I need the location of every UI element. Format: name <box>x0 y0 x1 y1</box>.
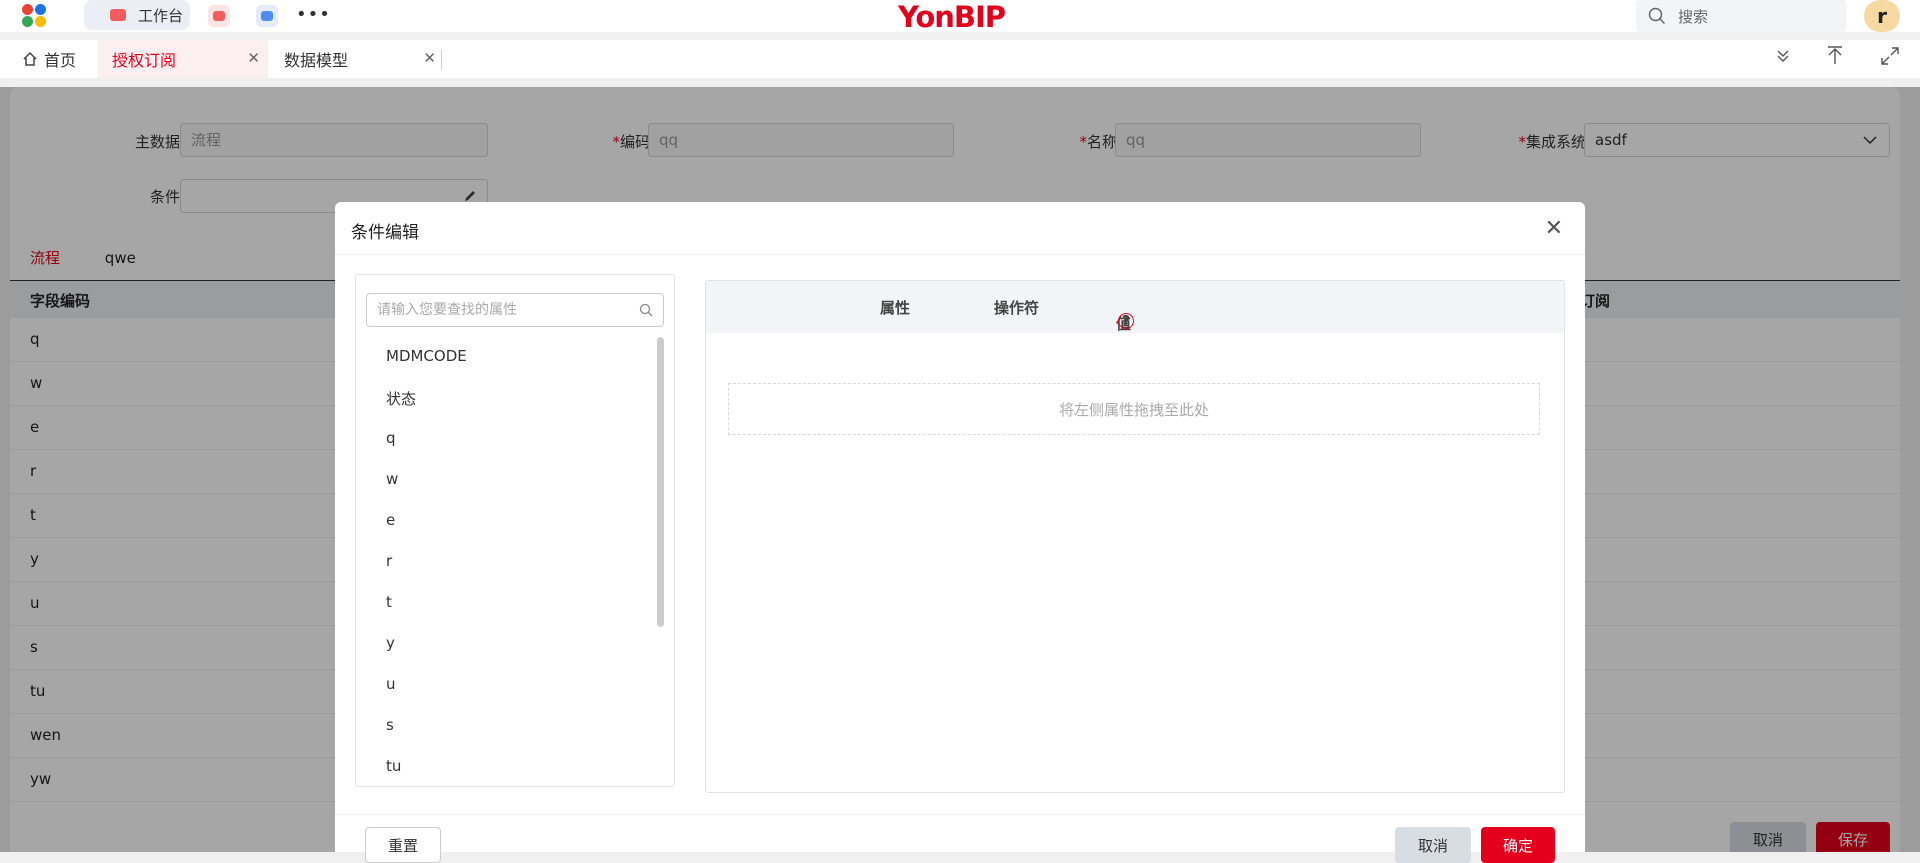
cancel-button[interactable]: 取消 <box>1395 827 1471 863</box>
attribute-item[interactable]: t <box>386 593 392 611</box>
confirm-button[interactable]: 确定 <box>1481 827 1555 863</box>
close-tab-icon[interactable]: ✕ <box>247 49 260 67</box>
attribute-list-panel: 请输入您要查找的属性 MDMCODE 状态 q w e r t y u s tu <box>355 274 675 787</box>
attribute-item[interactable]: 状态 <box>386 388 416 409</box>
brand-logo: YonBIP <box>898 0 1006 34</box>
top-bar: 工作台 ••• YonBIP 搜索 r <box>0 0 1920 34</box>
workbench-button[interactable]: 工作台 <box>84 0 190 30</box>
attribute-list-scrollbar[interactable] <box>657 337 664 627</box>
search-icon <box>639 303 653 317</box>
attribute-item[interactable]: q <box>386 429 396 447</box>
dialog-footer-divider <box>335 814 1585 815</box>
window-icon <box>261 11 273 21</box>
condition-edit-dialog: 条件编辑 ✕ 请输入您要查找的属性 MDMCODE 状态 q w e r t y… <box>335 202 1585 863</box>
dialog-header-divider <box>335 254 1585 255</box>
folder-icon <box>213 11 225 21</box>
tab-active-label: 授权订阅 <box>112 51 177 70</box>
dialog-title: 条件编辑 <box>351 223 419 243</box>
attribute-item[interactable]: w <box>386 470 398 488</box>
attribute-item[interactable]: tu <box>386 757 401 775</box>
attribute-item[interactable]: e <box>386 511 395 529</box>
search-placeholder: 搜索 <box>1678 7 1709 26</box>
tab-home[interactable]: 首页 <box>22 40 76 78</box>
tab-authorized-subscription[interactable]: 授权订阅 ✕ <box>98 40 268 78</box>
condition-builder-panel: 属性 操作符 值? 将左侧属性拖拽至此处 <box>705 280 1565 793</box>
reset-button[interactable]: 重置 <box>365 827 441 863</box>
close-tab-icon[interactable]: ✕ <box>423 49 436 67</box>
app-shortcut-blue[interactable] <box>256 5 278 27</box>
chevron-down-icon[interactable] <box>1774 46 1792 68</box>
attribute-search-input[interactable]: 请输入您要查找的属性 <box>366 293 664 327</box>
app-logo-icon[interactable] <box>22 4 48 28</box>
tab-data-model-label: 数据模型 <box>284 51 349 70</box>
help-icon[interactable]: ? <box>1118 313 1134 329</box>
tab-divider <box>441 49 442 69</box>
fullscreen-icon[interactable] <box>1880 46 1900 70</box>
home-icon <box>23 51 37 66</box>
app-shortcut-red[interactable] <box>208 5 230 27</box>
global-search-input[interactable]: 搜索 <box>1636 0 1846 32</box>
tab-home-label: 首页 <box>44 51 77 70</box>
workbench-icon <box>110 9 126 21</box>
attribute-drop-zone[interactable]: 将左侧属性拖拽至此处 <box>728 383 1540 435</box>
header-operator: 操作符 <box>994 299 1040 317</box>
upload-icon[interactable] <box>1826 46 1844 70</box>
attribute-item[interactable]: u <box>386 675 396 693</box>
workbench-label: 工作台 <box>138 6 184 25</box>
user-avatar[interactable]: r <box>1864 0 1900 32</box>
search-icon <box>1648 7 1666 25</box>
attribute-item[interactable]: MDMCODE <box>386 347 467 365</box>
attribute-item[interactable]: y <box>386 634 395 652</box>
close-icon[interactable]: ✕ <box>1545 216 1563 241</box>
tab-bar: 首页 授权订阅 ✕ 数据模型 ✕ <box>0 40 1920 78</box>
attribute-search-placeholder: 请输入您要查找的属性 <box>377 302 517 318</box>
attribute-item[interactable]: r <box>386 552 392 570</box>
tab-data-model[interactable]: 数据模型 ✕ <box>284 40 444 78</box>
condition-table-header: 属性 操作符 值? <box>706 281 1564 333</box>
more-apps-icon[interactable]: ••• <box>296 4 331 25</box>
header-attribute: 属性 <box>880 299 911 317</box>
attribute-item[interactable]: s <box>386 716 394 734</box>
